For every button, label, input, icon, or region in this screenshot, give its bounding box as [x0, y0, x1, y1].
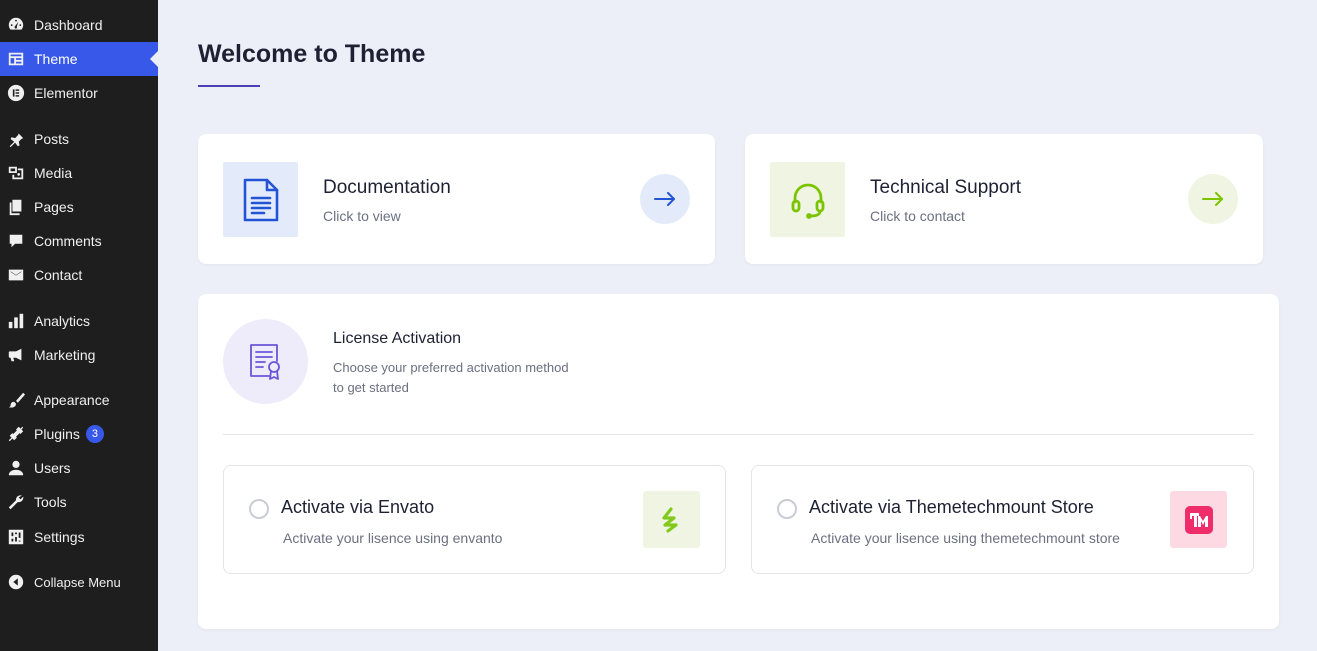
envato-logo-icon: [643, 491, 700, 548]
sidebar-item-label: Settings: [34, 529, 85, 545]
envelope-icon: [6, 265, 26, 285]
sidebar-item-dashboard[interactable]: Dashboard: [0, 8, 158, 42]
themetechmount-option-title: Activate via Themetechmount Store: [809, 497, 1094, 517]
sidebar-item-contact[interactable]: Contact: [0, 258, 158, 292]
megaphone-icon: [6, 345, 26, 365]
documentation-title: Documentation: [323, 177, 451, 198]
sidebar-item-label: Posts: [34, 131, 70, 147]
envato-radio[interactable]: [249, 499, 269, 519]
plug-icon: [6, 424, 26, 444]
sidebar-item-label: Analytics: [34, 313, 91, 329]
sidebar-item-comments[interactable]: Comments: [0, 224, 158, 258]
sidebar-item-label: Pages: [34, 199, 74, 215]
technical-support-card[interactable]: Technical Support Click to contact: [745, 134, 1263, 264]
sidebar-item-label: Contact: [34, 267, 83, 283]
sliders-icon: [6, 527, 26, 547]
documentation-arrow-button[interactable]: [640, 174, 690, 224]
license-activation-card: License Activation Choose your preferred…: [198, 294, 1279, 629]
title-underline: [198, 85, 260, 87]
activate-themetechmount-option[interactable]: Activate via Themetechmount Store Activa…: [751, 465, 1254, 574]
sidebar-item-label: Marketing: [34, 347, 96, 363]
documentation-card[interactable]: Documentation Click to view: [198, 134, 715, 264]
envato-option-subtitle: Activate your lisence using envanto: [283, 530, 503, 546]
themetechmount-logo-icon: [1170, 491, 1227, 548]
divider: [223, 434, 1254, 435]
activate-envato-option[interactable]: Activate via Envato Activate your lisenc…: [223, 465, 726, 574]
documentation-subtitle: Click to view: [323, 208, 401, 224]
sidebar-item-label: Appearance: [34, 392, 110, 408]
pages-icon: [6, 197, 26, 217]
wrench-icon: [6, 492, 26, 512]
sidebar-item-label: Plugins: [34, 426, 80, 442]
license-activation-subtitle-line2: to get started: [333, 380, 409, 395]
bar-chart-icon: [6, 311, 26, 331]
sidebar-item-posts[interactable]: Posts: [0, 122, 158, 156]
arrow-right-icon: [1202, 192, 1223, 206]
sidebar-item-label: Collapse Menu: [34, 574, 121, 590]
paintbrush-icon: [6, 390, 26, 410]
sidebar-item-plugins[interactable]: Plugins 3: [0, 417, 158, 451]
pin-icon: [6, 129, 26, 149]
sidebar-item-label: Users: [34, 460, 71, 476]
sidebar-item-label: Elementor: [34, 85, 98, 101]
sidebar-item-label: Media: [34, 165, 73, 181]
technical-support-arrow-button[interactable]: [1188, 174, 1238, 224]
technical-support-subtitle: Click to contact: [870, 208, 965, 224]
elementor-icon: [6, 83, 26, 103]
comment-icon: [6, 231, 26, 251]
themetechmount-radio[interactable]: [777, 499, 797, 519]
technical-support-title: Technical Support: [870, 177, 1022, 198]
sidebar-item-appearance[interactable]: Appearance: [0, 383, 158, 417]
envato-option-title: Activate via Envato: [281, 497, 435, 517]
sidebar-item-label: Theme: [34, 51, 78, 67]
sidebar-item-analytics[interactable]: Analytics: [0, 304, 158, 338]
dashboard-icon: [6, 15, 26, 35]
collapse-menu-button[interactable]: Collapse Menu: [0, 565, 158, 599]
sidebar-item-theme[interactable]: Theme: [0, 42, 158, 76]
license-activation-subtitle-line1: Choose your preferred activation method: [333, 360, 569, 375]
sidebar-item-pages[interactable]: Pages: [0, 190, 158, 224]
sidebar-item-media[interactable]: Media: [0, 156, 158, 190]
document-icon: [223, 162, 298, 237]
media-icon: [6, 163, 26, 183]
sidebar-item-elementor[interactable]: Elementor: [0, 76, 158, 110]
sidebar-item-marketing[interactable]: Marketing: [0, 338, 158, 372]
user-icon: [6, 458, 26, 478]
theme-icon: [6, 49, 26, 69]
themetechmount-option-subtitle: Activate your lisence using themetechmou…: [811, 530, 1120, 546]
plugins-update-badge: 3: [85, 425, 104, 443]
sidebar-item-label: Dashboard: [34, 17, 103, 33]
sidebar-item-users[interactable]: Users: [0, 451, 158, 485]
sidebar-item-settings[interactable]: Settings: [0, 520, 158, 554]
collapse-icon: [6, 572, 26, 592]
sidebar-item-label: Comments: [34, 233, 102, 249]
headset-icon: [770, 162, 845, 237]
admin-sidebar: Dashboard Theme Elementor Posts Media Pa…: [0, 0, 158, 651]
certificate-icon: [223, 319, 308, 404]
license-activation-title: License Activation: [333, 330, 462, 347]
sidebar-item-label: Tools: [34, 494, 67, 510]
arrow-right-icon: [654, 192, 675, 206]
page-title: Welcome to Theme: [198, 40, 426, 68]
sidebar-item-tools[interactable]: Tools: [0, 485, 158, 519]
